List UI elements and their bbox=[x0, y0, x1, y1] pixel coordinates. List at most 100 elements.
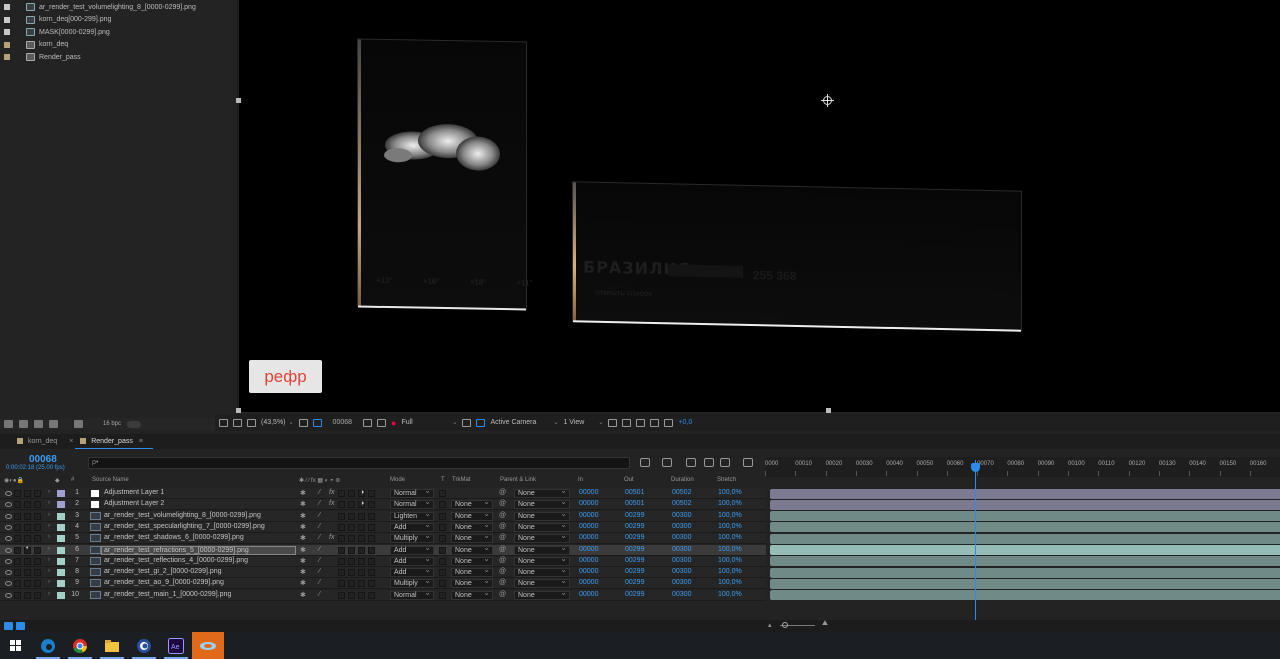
stretch[interactable]: 100,0% bbox=[718, 568, 742, 575]
effects-switch-icon[interactable]: fx bbox=[329, 534, 334, 541]
stretch[interactable]: 100,0% bbox=[718, 534, 742, 541]
project-item[interactable]: Render_pass bbox=[0, 51, 205, 63]
cinema4d-icon[interactable] bbox=[128, 632, 160, 659]
visibility-eye-icon[interactable] bbox=[5, 536, 12, 542]
layer-switch-box[interactable] bbox=[338, 557, 345, 565]
layer-label-swatch[interactable] bbox=[57, 523, 65, 531]
time-ruler[interactable]: 0000 00010 00020 00030 00040 00050 00060 00070 0… bbox=[765, 457, 1280, 477]
shy-switch-icon[interactable]: ✱ bbox=[300, 591, 306, 599]
pick-whip-icon[interactable]: @ bbox=[499, 546, 506, 553]
layer-name[interactable]: ar_render_test_main_1_[0000-0299].png bbox=[104, 591, 231, 598]
preserve-transparency-box[interactable] bbox=[439, 591, 446, 599]
stretch[interactable]: 100,0% bbox=[718, 512, 742, 519]
lock-switch[interactable] bbox=[34, 535, 41, 543]
quality-switch-icon[interactable]: ⁄ bbox=[319, 591, 320, 598]
layer-label-swatch[interactable] bbox=[57, 580, 65, 588]
shy-switch-icon[interactable]: ✱ bbox=[300, 546, 306, 554]
layer-label-swatch[interactable] bbox=[57, 535, 65, 543]
preserve-transparency-box[interactable] bbox=[439, 501, 446, 509]
toggle-switches-icon[interactable] bbox=[4, 622, 13, 630]
lock-switch[interactable] bbox=[34, 546, 41, 554]
shy-switch-icon[interactable]: ✱ bbox=[300, 534, 306, 542]
menu-icon[interactable]: ≡ bbox=[139, 438, 143, 445]
layer-switch-box[interactable] bbox=[368, 523, 375, 531]
in-point[interactable]: 00000 bbox=[579, 568, 598, 575]
shy-switch-icon[interactable]: ✱ bbox=[300, 523, 306, 531]
layer-label-swatch[interactable] bbox=[57, 546, 65, 554]
layer-switch-box[interactable] bbox=[348, 490, 355, 497]
layer-switch-box[interactable] bbox=[368, 501, 375, 509]
preserve-transparency-box[interactable] bbox=[439, 512, 446, 520]
in-point[interactable]: 00000 bbox=[579, 591, 598, 598]
audio-switch[interactable] bbox=[14, 580, 21, 588]
parent-select[interactable]: None bbox=[514, 498, 570, 510]
layer-handle-bottom-left[interactable] bbox=[236, 408, 241, 413]
visibility-eye-icon[interactable] bbox=[5, 491, 12, 496]
out-point[interactable]: 00501 bbox=[625, 500, 644, 507]
preserve-transparency-box[interactable] bbox=[439, 557, 446, 565]
layer-switch-box[interactable] bbox=[368, 580, 375, 588]
layer-switch-box[interactable] bbox=[338, 535, 345, 543]
after-effects-icon[interactable]: Ae bbox=[160, 632, 192, 659]
delete-icon[interactable] bbox=[74, 420, 83, 428]
layer-row[interactable]: • › 6 ar_render_test_refractions_5_[0000-02… bbox=[0, 544, 766, 556]
shy-layers-icon[interactable] bbox=[686, 458, 696, 467]
expand-arrow-icon[interactable]: › bbox=[48, 557, 50, 563]
layer-switch-box[interactable] bbox=[368, 569, 375, 577]
stretch[interactable]: 100,0% bbox=[718, 546, 742, 553]
quality-switch-icon[interactable]: ⁄ bbox=[319, 489, 320, 496]
solo-switch[interactable] bbox=[24, 557, 31, 565]
duration[interactable]: 00300 bbox=[672, 568, 691, 575]
resolution-select[interactable]: Full ⌄ bbox=[401, 419, 457, 426]
timecode-display[interactable]: 00068 bbox=[29, 454, 57, 465]
quality-switch-icon[interactable]: ⁄ bbox=[319, 546, 320, 553]
audio-switch[interactable] bbox=[14, 569, 21, 577]
shy-switch-icon[interactable]: ✱ bbox=[300, 500, 306, 508]
out-point[interactable]: 00299 bbox=[625, 557, 644, 564]
layer-name[interactable]: ar_render_test_refractions_5_[0000-0299]… bbox=[101, 545, 296, 555]
in-point[interactable]: 00000 bbox=[579, 557, 598, 564]
project-item[interactable]: korn_deq[000-299].png bbox=[0, 14, 205, 26]
tab-korn-deq[interactable]: korn_deq bbox=[12, 434, 67, 449]
audio-switch[interactable] bbox=[14, 557, 21, 565]
parent-select[interactable]: None bbox=[514, 589, 570, 600]
layer-duration-bar[interactable] bbox=[770, 499, 1280, 510]
layer-switch-box[interactable] bbox=[368, 535, 375, 543]
bit-depth-label[interactable]: 16 bpc bbox=[103, 421, 121, 427]
layer-switch-box[interactable] bbox=[358, 557, 365, 565]
preserve-transparency-box[interactable] bbox=[439, 490, 446, 497]
adjustment-switch-icon[interactable]: ◑ bbox=[360, 489, 364, 496]
channel-icon[interactable]: ● bbox=[391, 418, 396, 428]
monitor-icon[interactable] bbox=[233, 418, 242, 427]
zoom-select[interactable]: (43,5%) ⌄ bbox=[261, 419, 294, 426]
solo-switch[interactable] bbox=[24, 569, 31, 577]
layer-switch-box[interactable] bbox=[368, 557, 375, 565]
project-item[interactable]: ar_render_test_volumelighting_8_[0000-02… bbox=[0, 1, 205, 13]
bit-depth-toggle[interactable] bbox=[127, 420, 142, 428]
lock-switch[interactable] bbox=[34, 557, 41, 565]
layer-name[interactable]: ar_render_test_volumelighting_8_[0000-02… bbox=[104, 512, 261, 519]
expand-arrow-icon[interactable]: › bbox=[48, 523, 50, 529]
lock-switch[interactable] bbox=[34, 591, 41, 599]
layer-switch-box[interactable] bbox=[338, 523, 345, 531]
layer-switch-box[interactable] bbox=[358, 535, 365, 543]
transparency-grid-icon[interactable] bbox=[476, 418, 486, 427]
duration[interactable]: 00300 bbox=[672, 579, 691, 586]
stretch[interactable]: 100,0% bbox=[718, 591, 742, 598]
layer-name[interactable]: ar_render_test_gi_2_[0000-0299].png bbox=[104, 568, 222, 575]
quality-switch-icon[interactable]: ⁄ bbox=[319, 534, 320, 541]
solo-switch[interactable] bbox=[24, 580, 31, 588]
layer-switch-box[interactable] bbox=[358, 512, 365, 520]
quality-switch-icon[interactable]: ⁄ bbox=[319, 568, 320, 575]
out-point[interactable]: 00299 bbox=[625, 523, 644, 530]
audio-switch[interactable] bbox=[14, 535, 21, 543]
layer-name[interactable]: Adjustment Layer 1 bbox=[104, 489, 164, 496]
expand-arrow-icon[interactable]: › bbox=[48, 591, 50, 597]
interpret-footage-icon[interactable] bbox=[4, 420, 13, 428]
tab-render-pass[interactable]: × Render_pass ≡ bbox=[69, 434, 153, 449]
in-point[interactable]: 00000 bbox=[579, 534, 598, 541]
layer-switch-box[interactable] bbox=[338, 546, 345, 554]
reset-exposure-icon[interactable] bbox=[664, 418, 674, 427]
layer-switch-box[interactable] bbox=[368, 490, 375, 497]
layer-switch-box[interactable] bbox=[368, 546, 375, 554]
